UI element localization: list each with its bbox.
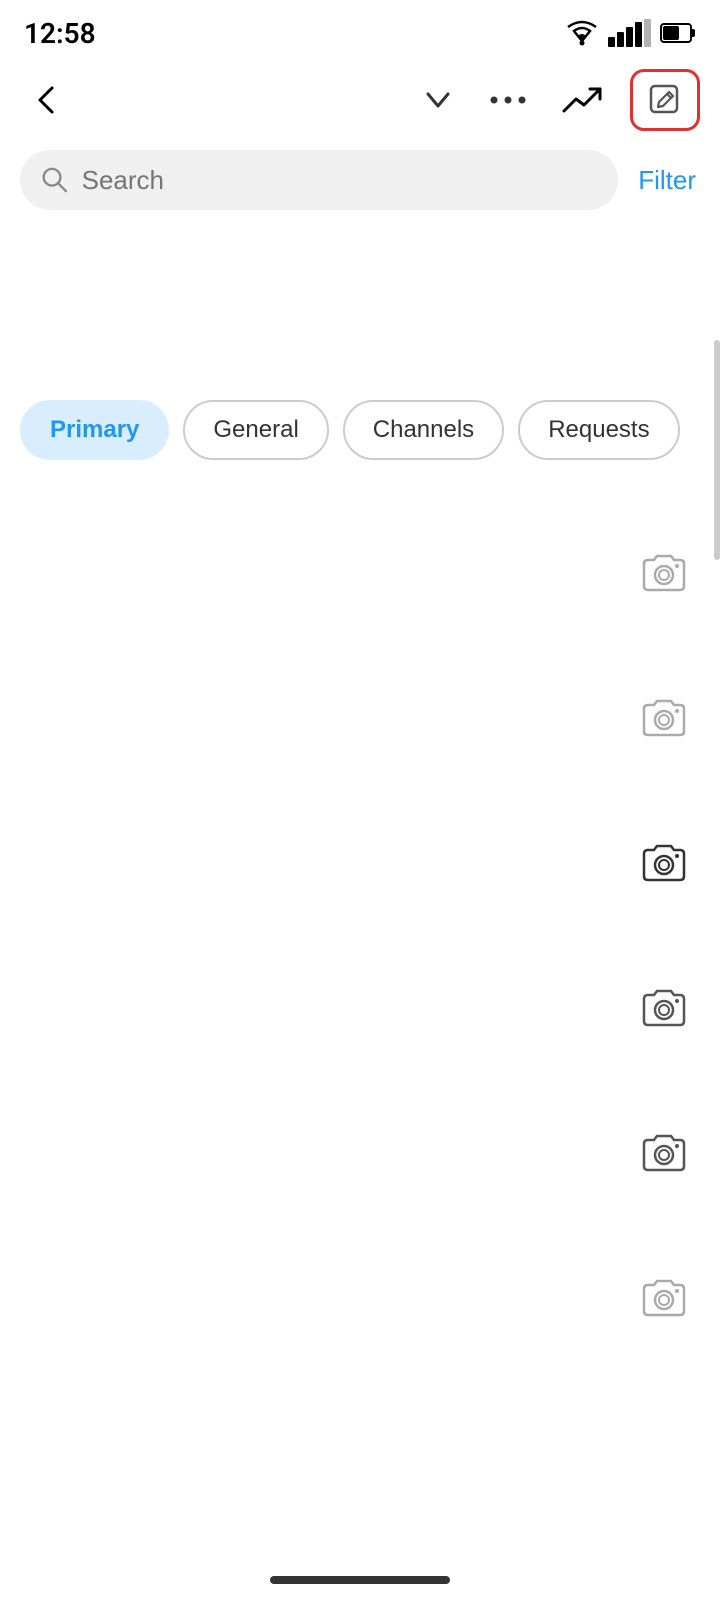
toolbar bbox=[0, 60, 720, 140]
camera-icon bbox=[638, 1275, 690, 1321]
scroll-indicator bbox=[714, 340, 720, 560]
filter-button[interactable]: Filter bbox=[634, 157, 700, 204]
wifi-icon bbox=[564, 19, 600, 47]
more-button[interactable] bbox=[482, 85, 534, 115]
camera-icon bbox=[638, 695, 690, 741]
trending-icon bbox=[562, 85, 602, 115]
search-container: Filter bbox=[0, 140, 720, 220]
compose-button[interactable] bbox=[630, 69, 700, 131]
search-input[interactable] bbox=[82, 165, 599, 196]
status-bar: 12:58 bbox=[0, 0, 720, 60]
tab-general[interactable]: General bbox=[183, 400, 328, 460]
toolbar-right bbox=[414, 69, 700, 131]
compose-icon bbox=[647, 82, 683, 118]
list-item bbox=[0, 500, 720, 645]
search-icon bbox=[40, 164, 70, 196]
more-icon bbox=[490, 93, 526, 107]
status-icons bbox=[564, 19, 696, 47]
list-item bbox=[0, 645, 720, 790]
camera-icon bbox=[638, 840, 690, 886]
tab-channels[interactable]: Channels bbox=[343, 400, 504, 460]
tab-primary[interactable]: Primary bbox=[20, 400, 169, 460]
camera-icon bbox=[638, 985, 690, 1031]
tab-requests[interactable]: Requests bbox=[518, 400, 679, 460]
tabs-section: Primary General Channels Requests bbox=[0, 220, 720, 480]
chevron-down-icon bbox=[422, 84, 454, 116]
trending-button[interactable] bbox=[554, 77, 610, 123]
home-indicator bbox=[270, 1576, 450, 1584]
status-time: 12:58 bbox=[24, 17, 96, 50]
list-item bbox=[0, 1225, 720, 1370]
chevron-down-button[interactable] bbox=[414, 76, 462, 124]
list-item bbox=[0, 1080, 720, 1225]
search-box[interactable] bbox=[20, 150, 618, 210]
list-item bbox=[0, 790, 720, 935]
back-button[interactable] bbox=[20, 74, 72, 126]
camera-icon bbox=[638, 550, 690, 596]
list-item bbox=[0, 935, 720, 1080]
camera-list bbox=[0, 480, 720, 1390]
camera-icon bbox=[638, 1130, 690, 1176]
toolbar-left bbox=[20, 74, 72, 126]
battery-icon bbox=[660, 19, 696, 47]
signal-icon bbox=[608, 19, 652, 47]
